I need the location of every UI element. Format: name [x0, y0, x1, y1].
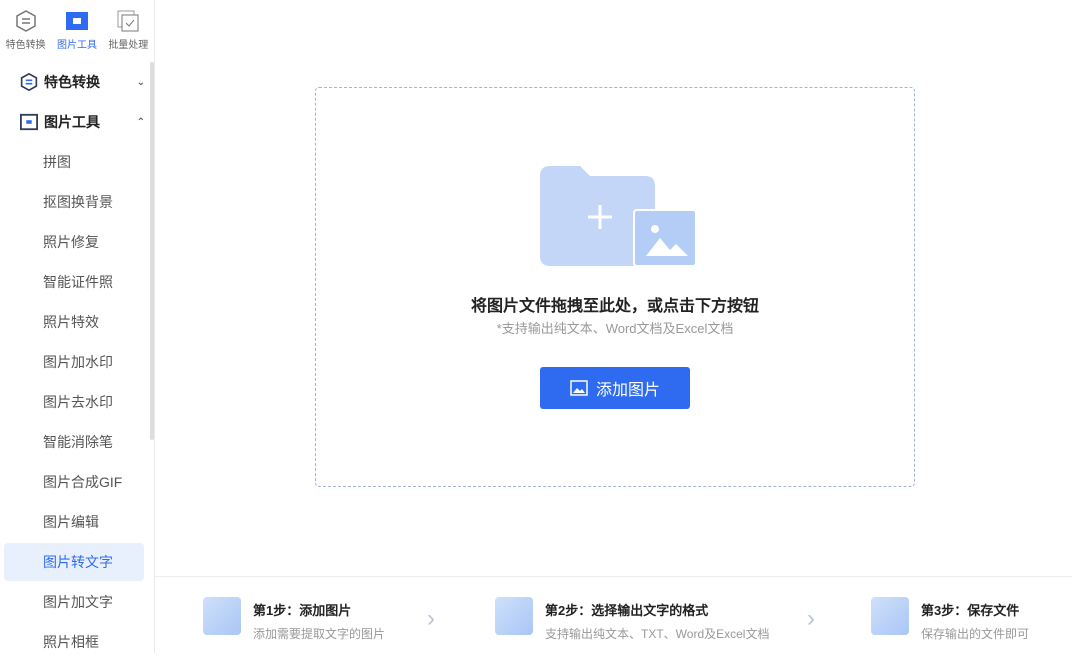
drop-subtitle: *支持输出纯文本、Word文档及Excel文档 — [316, 318, 914, 337]
format-step-icon — [495, 597, 533, 635]
sidebar-item[interactable]: 图片编辑 — [4, 503, 144, 541]
batch-icon — [117, 10, 139, 32]
step-2: 第2步：选择输出文字的格式支持输出纯文本、TXT、Word及Excel文档 — [495, 597, 769, 642]
sidebar: 特色转换 图片工具 批量处理 特色转换⌄ 图片工具⌃ 拼图抠图换背景照片修复智能… — [0, 0, 155, 653]
chevron-down-icon: ⌄ — [137, 77, 145, 88]
swap-hexagon-icon — [20, 73, 38, 91]
topnav-image-tools[interactable]: 图片工具 — [51, 0, 102, 58]
sidebar-item[interactable]: 图片加水印 — [4, 343, 144, 381]
chevron-up-icon: ⌃ — [137, 117, 145, 128]
sidebar-item[interactable]: 图片转文字 — [4, 543, 144, 581]
chevron-right-icon: › — [427, 605, 435, 633]
sidebar-item[interactable]: 抠图换背景 — [4, 183, 144, 221]
topnav-batch[interactable]: 批量处理 — [103, 0, 154, 58]
image-tool-icon — [66, 10, 88, 32]
chevron-right-icon: › — [807, 605, 815, 633]
sidebar-item[interactable]: 照片特效 — [4, 303, 144, 341]
sidebar-item[interactable]: 智能消除笔 — [4, 423, 144, 461]
save-step-icon — [871, 597, 909, 635]
swap-hexagon-icon — [15, 10, 37, 32]
sidebar-item[interactable]: 照片修复 — [4, 223, 144, 261]
topnav-special-convert[interactable]: 特色转换 — [0, 0, 51, 58]
top-nav: 特色转换 图片工具 批量处理 — [0, 0, 154, 58]
sidebar-item[interactable]: 智能证件照 — [4, 263, 144, 301]
folder-add-image-icon — [540, 164, 698, 268]
step-1: 第1步：添加图片添加需要提取文字的图片 — [203, 597, 385, 642]
group-special-convert[interactable]: 特色转换⌄ — [20, 72, 145, 92]
image-tool-icon — [20, 113, 38, 131]
add-image-step-icon — [203, 597, 241, 635]
sidebar-item[interactable]: 拼图 — [4, 143, 144, 181]
steps-bar: 第1步：添加图片添加需要提取文字的图片 › 第2步：选择输出文字的格式支持输出纯… — [155, 576, 1072, 653]
sidebar-item[interactable]: 图片去水印 — [4, 383, 144, 421]
sidebar-item[interactable]: 图片加文字 — [4, 583, 144, 621]
group-image-tools[interactable]: 图片工具⌃ — [20, 112, 145, 132]
sidebar-item[interactable]: 图片合成GIF — [4, 463, 144, 501]
step-3: 第3步：保存文件保存输出的文件即可 — [871, 597, 1029, 642]
drop-zone[interactable]: 将图片文件拖拽至此处，或点击下方按钮 *支持输出纯文本、Word文档及Excel… — [315, 87, 915, 487]
drop-title: 将图片文件拖拽至此处，或点击下方按钮 — [316, 292, 914, 316]
image-icon — [570, 380, 588, 396]
add-image-button[interactable]: 添加图片 — [540, 367, 690, 409]
sidebar-scrollbar[interactable] — [150, 62, 154, 440]
sidebar-item[interactable]: 照片相框 — [4, 623, 144, 661]
